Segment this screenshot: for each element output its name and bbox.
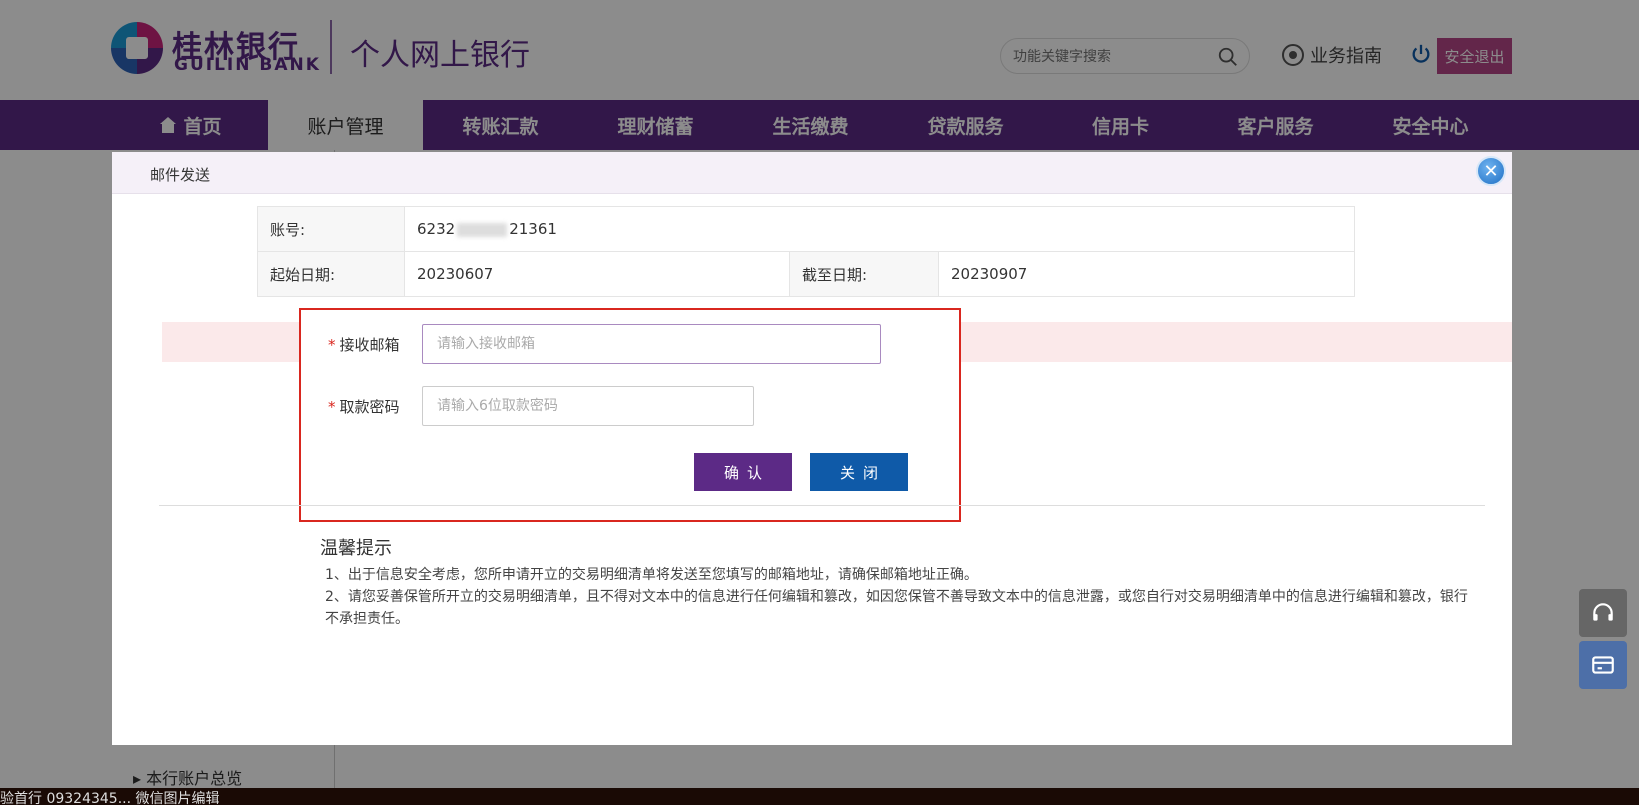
end-date-label: 截至日期: — [789, 251, 939, 297]
dialog-header: 邮件发送 ✕ — [112, 152, 1512, 194]
email-form: *接收邮箱 *取款密码 确认 关闭 — [299, 308, 961, 522]
account-suffix: 21361 — [509, 220, 557, 238]
statement-info-table: 账号: 6232 21361 起始日期: 20230607 截至日期: 20230… — [257, 206, 1355, 297]
taskbar-strip: 验首行 09324345... 微信图片编辑 — [0, 788, 1639, 805]
taskbar-text: 验首行 09324345... 微信图片编辑 — [0, 791, 220, 805]
table-row: 起始日期: 20230607 截至日期: 20230907 — [257, 251, 1355, 297]
table-row: 账号: 6232 21361 — [257, 206, 1355, 252]
divider — [159, 505, 1485, 506]
dialog-close-icon[interactable]: ✕ — [1476, 156, 1506, 186]
confirm-button[interactable]: 确认 — [694, 453, 792, 491]
end-date-value: 20230907 — [938, 251, 1355, 297]
withdrawal-password-field[interactable] — [422, 386, 754, 426]
password-label-text: 取款密码 — [339, 398, 400, 416]
email-send-dialog: 邮件发送 ✕ 账号: 6232 21361 起始日期: 20230607 截至日期… — [112, 152, 1512, 745]
start-date-value: 20230607 — [404, 251, 790, 297]
start-date-label: 起始日期: — [257, 251, 405, 297]
headset-icon — [1593, 603, 1613, 621]
page: 桂林银行 GUILIN BANK 个人网上银行 业务指南 安全退出 首页 账户管… — [0, 0, 1639, 805]
tip-item: 1、出于信息安全考虑，您所申请开立的交易明细清单将发送至您填写的邮箱地址，请确保… — [325, 567, 978, 583]
dialog-title: 邮件发送 — [150, 166, 211, 184]
card-widget[interactable] — [1579, 641, 1627, 689]
email-label: * 接收邮箱 — [328, 336, 400, 354]
close-button[interactable]: 关闭 — [810, 453, 908, 491]
account-label: 账号: — [257, 206, 405, 252]
tips-title: 温馨提示 — [320, 538, 392, 559]
tip-item: 2、请您妥善保管所开立的交易明细清单，且不得对文本中的信息进行任何编辑和篡改，如… — [325, 589, 1468, 627]
account-value: 6232 21361 — [404, 206, 1355, 252]
email-field[interactable] — [422, 324, 881, 364]
masked-digits — [457, 222, 508, 237]
password-label: * 取款密码 — [328, 398, 400, 416]
tips-list: 1、出于信息安全考虑，您所申请开立的交易明细清单将发送至您填写的邮箱地址，请确保… — [325, 564, 1475, 630]
card-icon — [1592, 656, 1614, 674]
account-prefix: 6232 — [417, 220, 456, 238]
customer-service-widget[interactable] — [1579, 589, 1627, 637]
email-label-text: 接收邮箱 — [339, 336, 400, 354]
